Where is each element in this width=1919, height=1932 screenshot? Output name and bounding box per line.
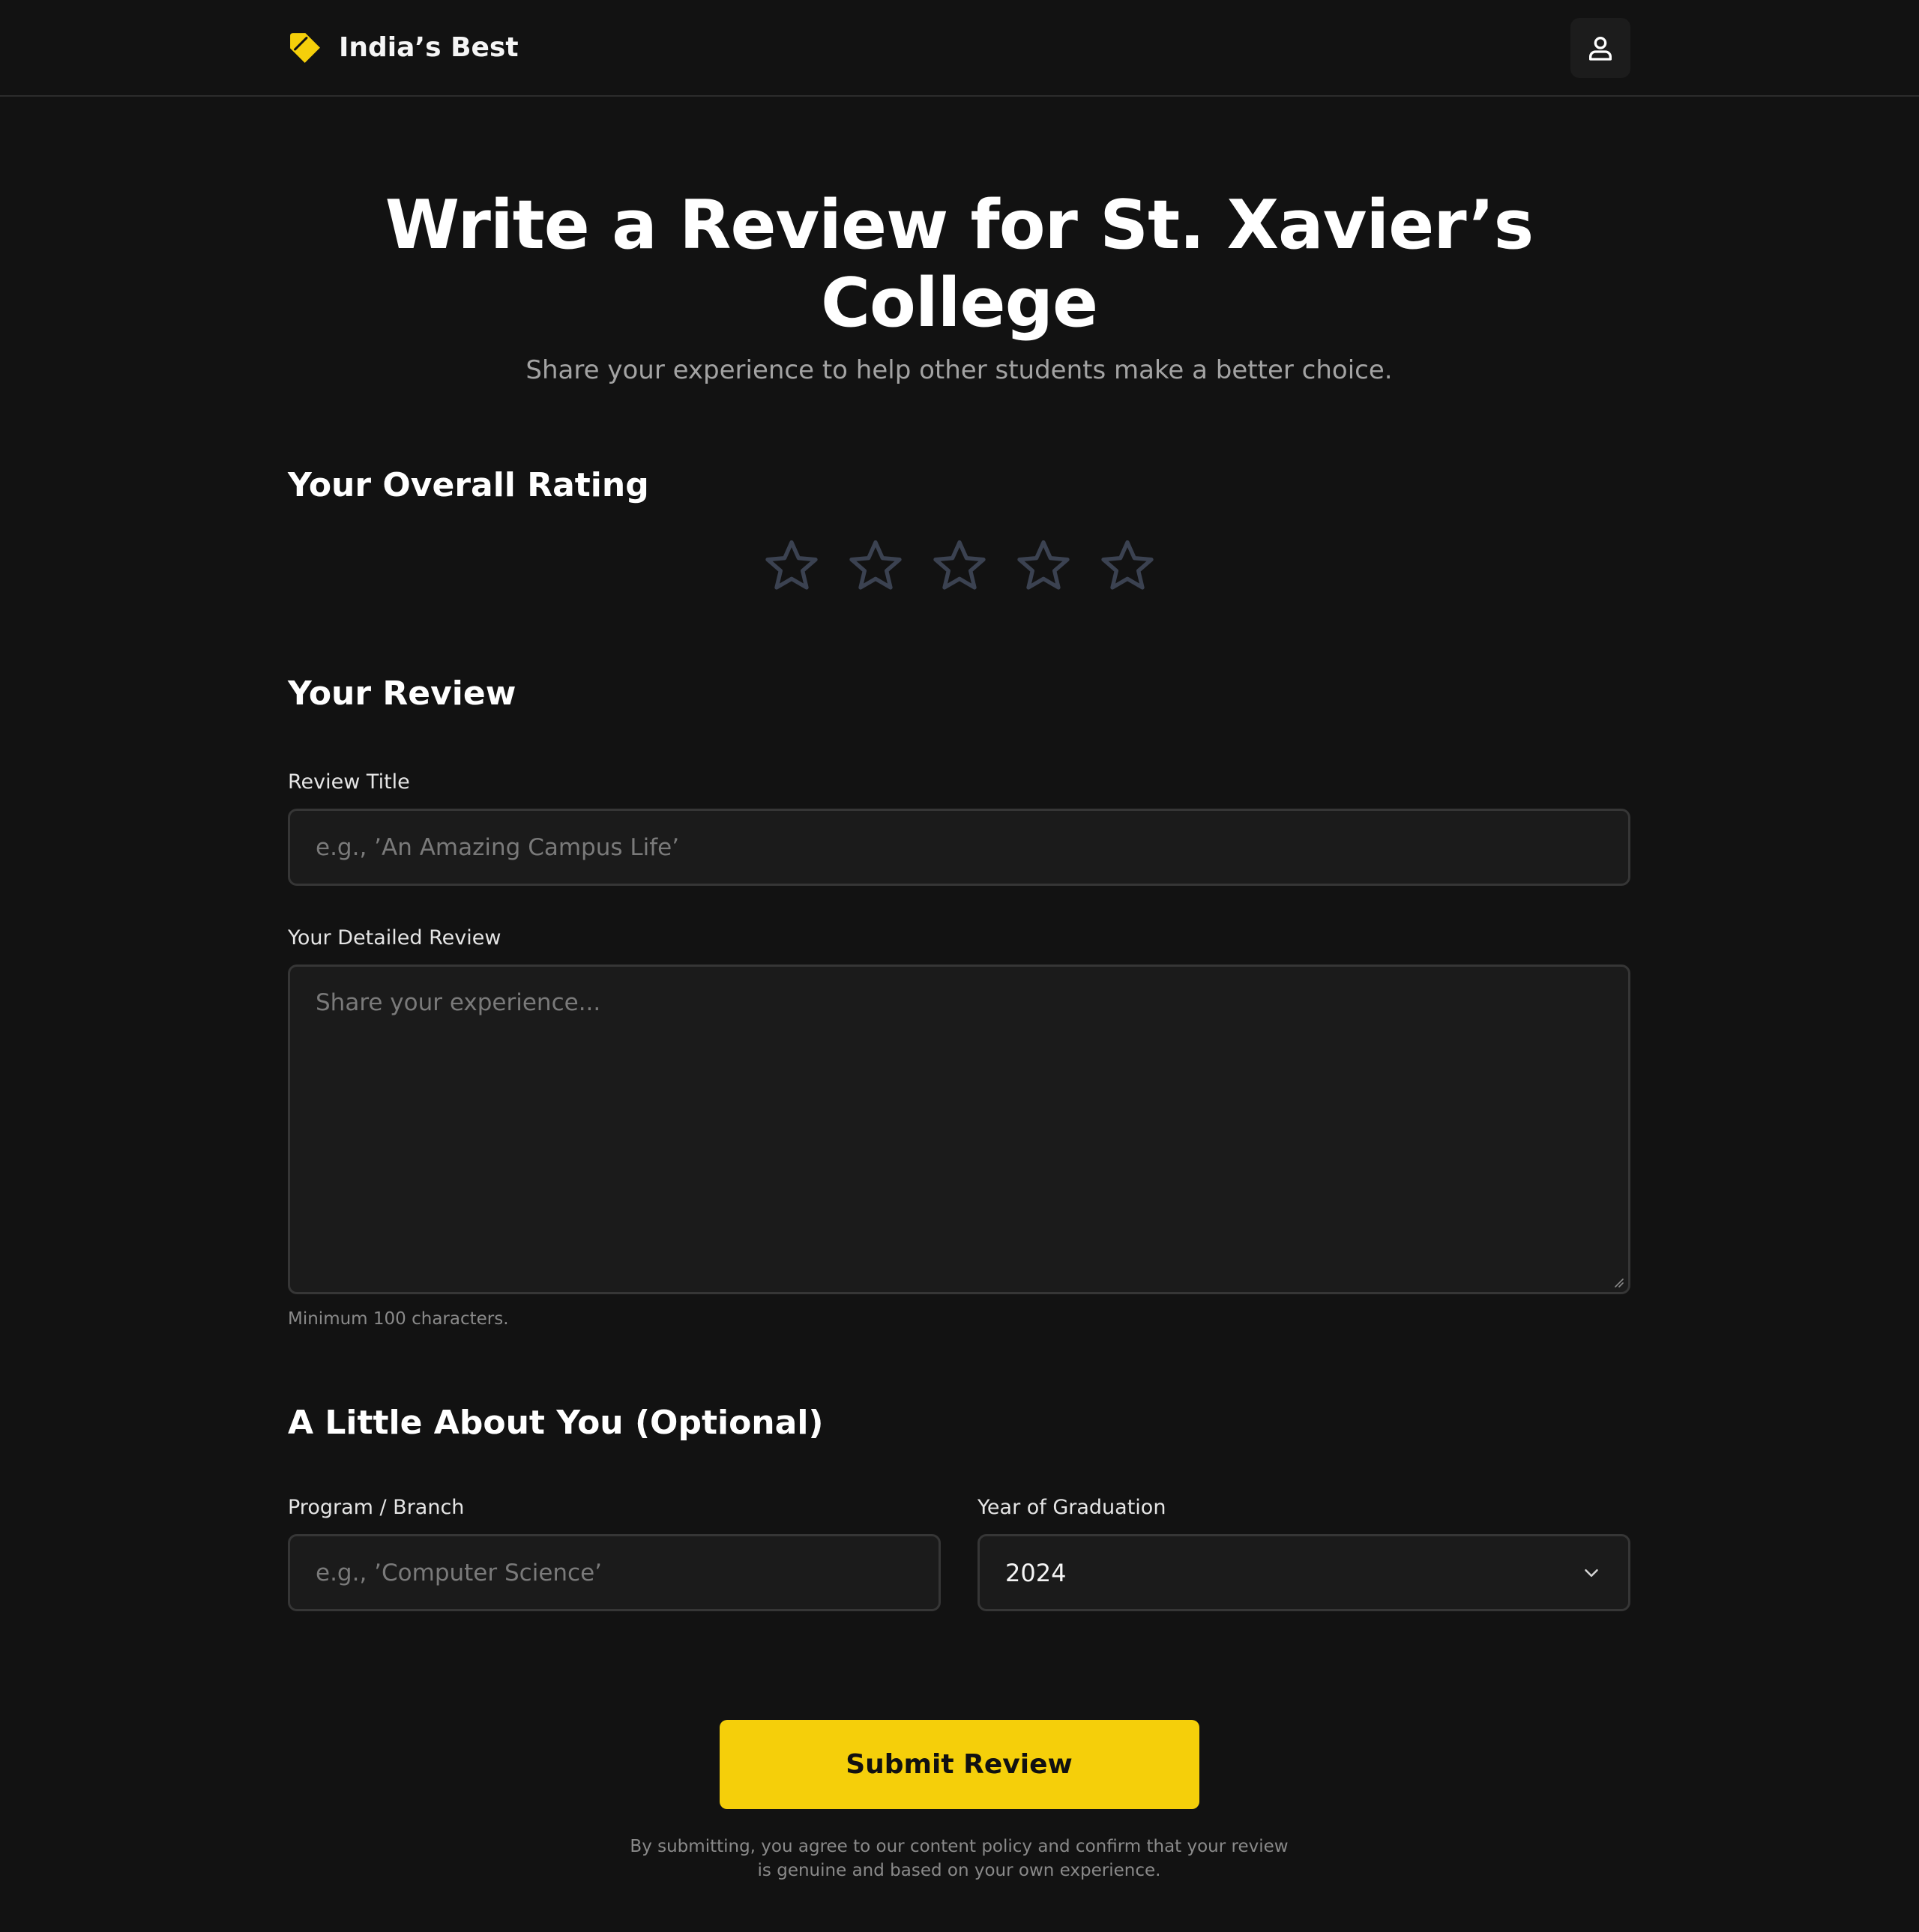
review-title-label: Review Title bbox=[288, 770, 410, 794]
detailed-review-label: Your Detailed Review bbox=[288, 926, 501, 950]
program-field: Program / Branch e.g., ’Computer Science… bbox=[288, 1496, 941, 1611]
program-placeholder: e.g., ’Computer Science’ bbox=[316, 1559, 603, 1587]
about-fields: Program / Branch e.g., ’Computer Science… bbox=[288, 1496, 1630, 1611]
graduation-year-select[interactable]: 2024 bbox=[977, 1534, 1630, 1611]
star-icon-2[interactable] bbox=[846, 536, 906, 596]
star-icon-3[interactable] bbox=[930, 536, 989, 596]
star-rating bbox=[288, 536, 1630, 596]
review-form: Write a Review for St. Xavier’s College … bbox=[288, 187, 1630, 1883]
brand-name: India’s Best bbox=[339, 32, 519, 63]
site-header: India’s Best bbox=[0, 0, 1919, 97]
star-icon-4[interactable] bbox=[1013, 536, 1073, 596]
disclaimer-line-1: By submitting, you agree to our content … bbox=[630, 1837, 1289, 1856]
submit-area: Submit Review bbox=[288, 1720, 1630, 1809]
brand[interactable]: India’s Best bbox=[288, 31, 519, 65]
star-icon-1[interactable] bbox=[762, 536, 822, 596]
program-label: Program / Branch bbox=[288, 1496, 465, 1519]
resize-handle-icon[interactable] bbox=[1612, 1276, 1624, 1288]
rating-heading: Your Overall Rating bbox=[288, 466, 649, 504]
year-field: Year of Graduation 2024 bbox=[977, 1496, 1630, 1611]
review-title-input[interactable]: e.g., ’An Amazing Campus Life’ bbox=[288, 809, 1630, 886]
detailed-review-placeholder: Share your experience... bbox=[316, 989, 601, 1016]
page-title: Write a Review for St. Xavier’s College bbox=[385, 186, 1534, 342]
disclaimer-line-2: is genuine and based on your own experie… bbox=[757, 1861, 1161, 1880]
character-hint: Minimum 100 characters. bbox=[288, 1309, 509, 1329]
detailed-review-textarea[interactable]: Share your experience... bbox=[288, 965, 1630, 1294]
user-icon bbox=[1589, 36, 1612, 61]
chevron-down-icon bbox=[1585, 1569, 1598, 1577]
review-title-placeholder: e.g., ’An Amazing Campus Life’ bbox=[316, 833, 680, 861]
tag-icon bbox=[290, 32, 320, 63]
program-input[interactable]: e.g., ’Computer Science’ bbox=[288, 1534, 941, 1611]
star-icon-5[interactable] bbox=[1097, 536, 1157, 596]
submit-review-button[interactable]: Submit Review bbox=[719, 1720, 1199, 1809]
submit-disclaimer: By submitting, you agree to our content … bbox=[622, 1835, 1297, 1883]
account-button[interactable] bbox=[1570, 17, 1630, 78]
year-label: Year of Graduation bbox=[977, 1496, 1166, 1519]
page-subtitle: Share your experience to help other stud… bbox=[525, 355, 1393, 385]
review-heading: Your Review bbox=[288, 674, 516, 713]
graduation-year-value: 2024 bbox=[1005, 1558, 1067, 1587]
about-heading: A Little About You (Optional) bbox=[288, 1404, 824, 1442]
